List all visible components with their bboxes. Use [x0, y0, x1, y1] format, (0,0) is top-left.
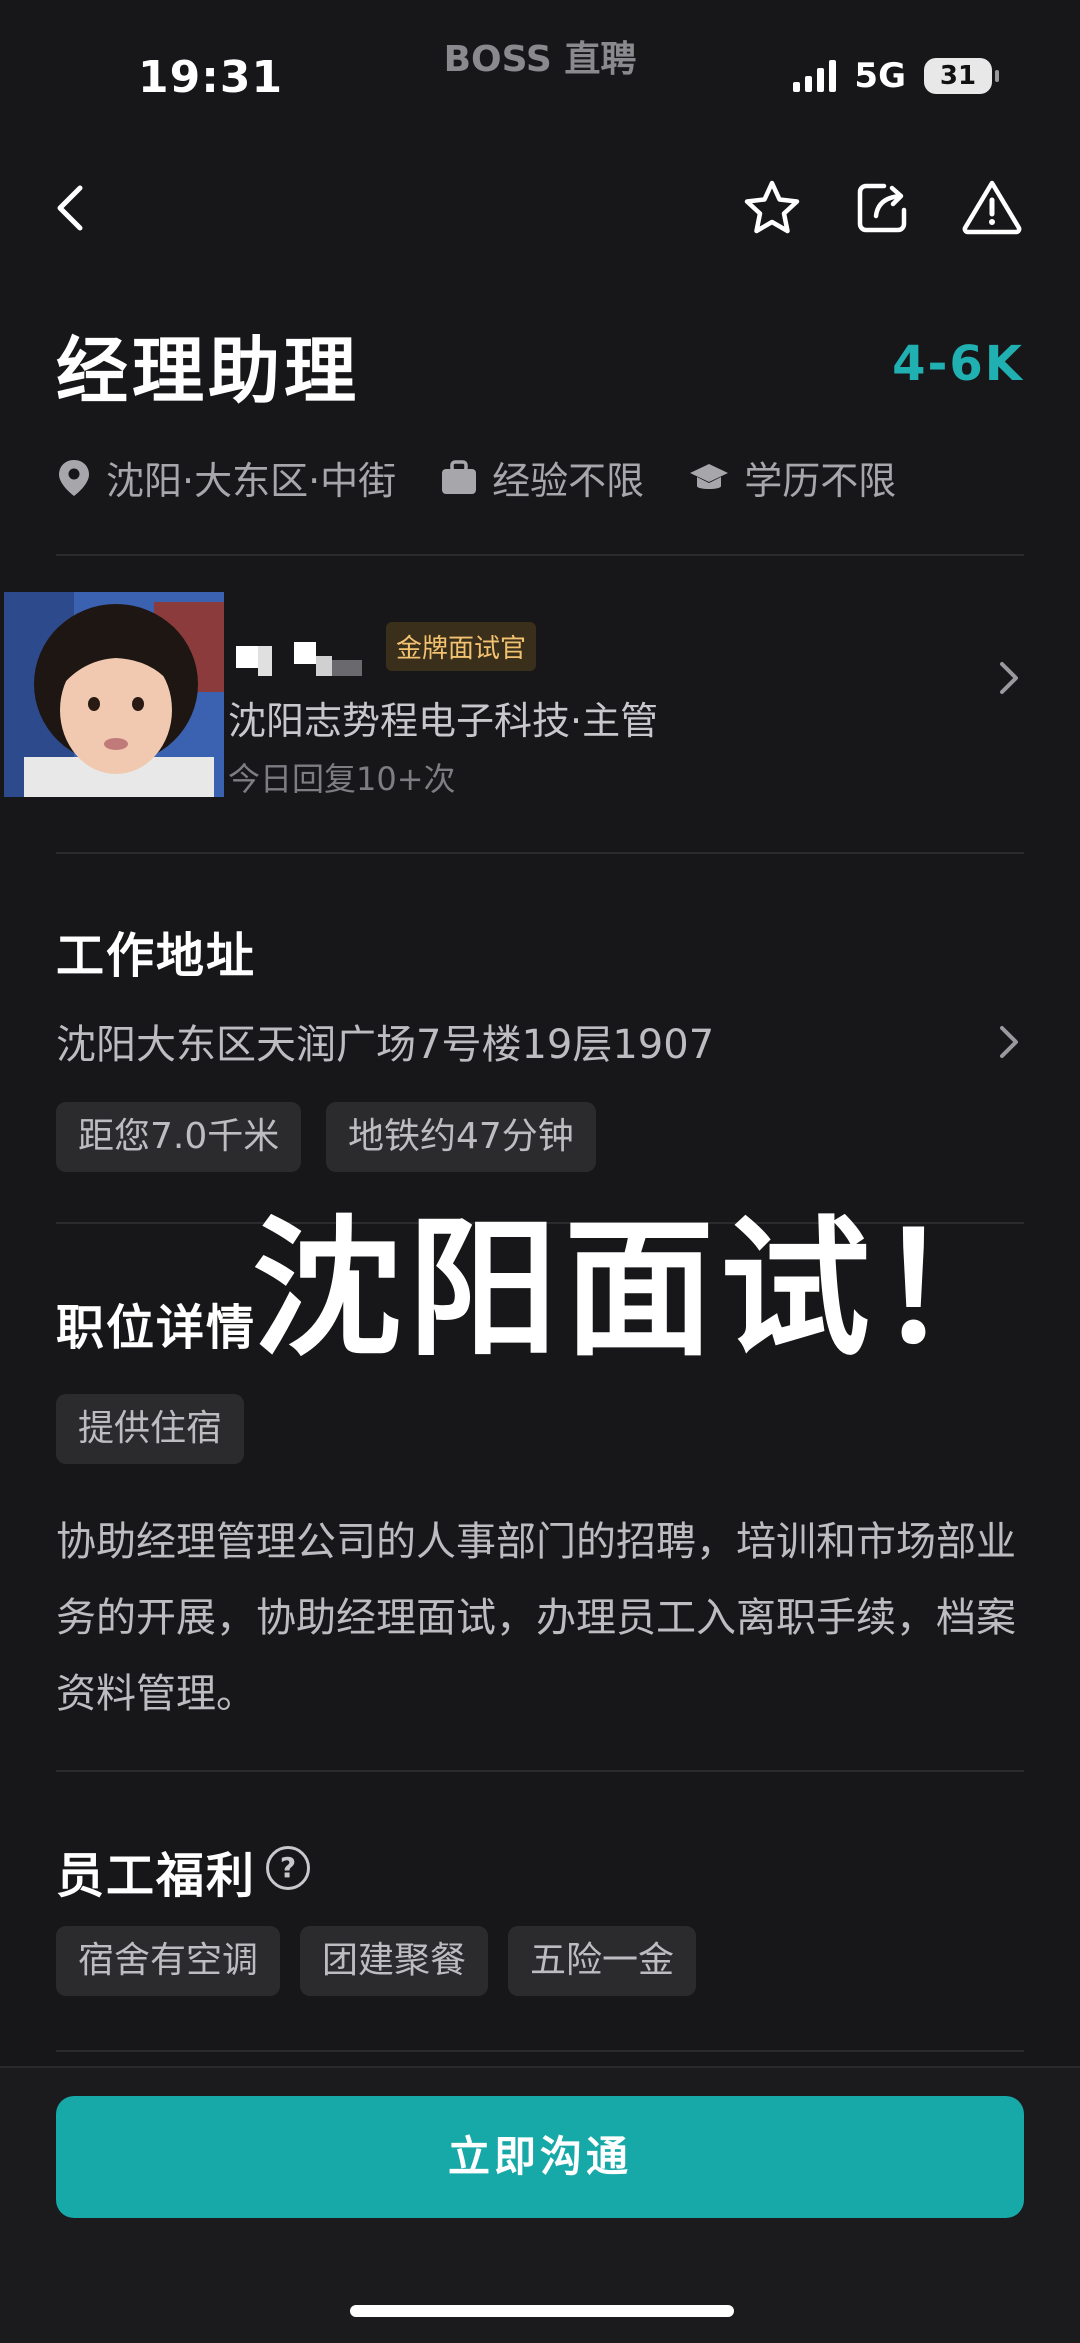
- experience-meta: 经验不限: [440, 450, 644, 505]
- network-label: 5G: [854, 56, 906, 96]
- job-detail-tag: 提供住宿: [56, 1394, 245, 1464]
- job-description: 协助经理管理公司的人事部门的招聘，培训和市场部业务的开展，协助经理面试，办理员工…: [56, 1519, 1016, 1717]
- location-text: 沈阳·大东区·中街: [106, 459, 397, 503]
- job-detail-title: 职位详情: [56, 1300, 257, 1356]
- job-meta: 沈阳·大东区·中街 经验不限 学历不限: [56, 450, 940, 505]
- recruiter-name-masked: [236, 638, 366, 678]
- recruiter-company: 沈阳志势程电子科技·主管: [228, 699, 659, 743]
- job-title: 经理助理: [56, 329, 361, 413]
- subway-tag: 地铁约47分钟: [326, 1102, 596, 1172]
- salary: 4-6K: [892, 336, 1024, 392]
- share-icon[interactable]: [850, 176, 914, 240]
- benefit-tag: 五险一金: [508, 1926, 697, 1996]
- divider: [56, 852, 1024, 854]
- status-indicators: 5G 31: [793, 56, 999, 96]
- distance-tag: 距您7.0千米: [56, 1102, 302, 1172]
- help-icon[interactable]: ?: [266, 1846, 310, 1890]
- divider: [56, 554, 1024, 556]
- experience-text: 经验不限: [492, 459, 645, 503]
- location-meta: 沈阳·大东区·中街: [56, 450, 396, 505]
- signal-icon: [793, 60, 837, 92]
- chevron-right-icon[interactable]: [994, 1022, 1024, 1062]
- reply-stats: 今日回复10+次: [228, 760, 456, 798]
- location-pin-icon: [59, 459, 89, 496]
- battery-icon: 31: [924, 58, 999, 94]
- star-icon[interactable]: [740, 176, 804, 240]
- chevron-right-icon: [994, 658, 1024, 698]
- back-icon[interactable]: [40, 176, 104, 240]
- benefit-tag: 团建聚餐: [300, 1926, 489, 1996]
- divider: [56, 2050, 1024, 2052]
- graduation-cap-icon: [690, 463, 729, 489]
- benefit-tag: 宿舍有空调: [56, 1926, 281, 1996]
- gold-interviewer-badge: 金牌面试官: [386, 622, 537, 671]
- work-address-text[interactable]: 沈阳大东区天润广场7号楼19层1907: [56, 1012, 714, 1070]
- home-indicator: [350, 2305, 734, 2317]
- benefits-title: 员工福利: [56, 1848, 257, 1904]
- briefcase-icon: [442, 459, 477, 494]
- education-text: 学历不限: [744, 459, 897, 503]
- warning-icon[interactable]: [960, 176, 1024, 240]
- divider: [56, 1770, 1024, 1772]
- avatar: [4, 592, 224, 797]
- work-address-title: 工作地址: [56, 928, 257, 984]
- overlay-caption: 沈阳面试！: [252, 1203, 1033, 1377]
- chat-now-button[interactable]: 立即沟通: [56, 2096, 1024, 2218]
- education-meta: 学历不限: [688, 450, 896, 505]
